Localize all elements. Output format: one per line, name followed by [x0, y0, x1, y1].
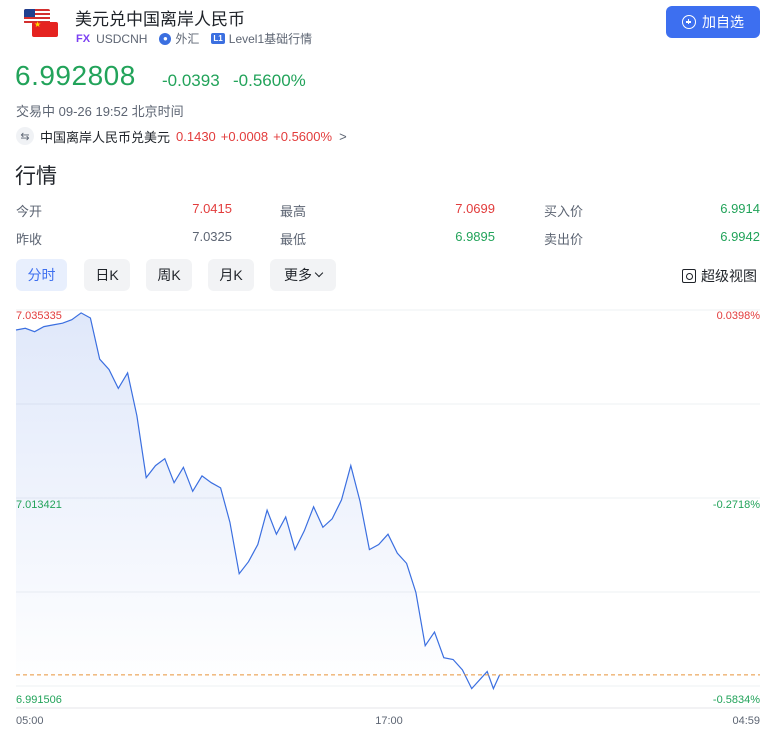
related-price: 0.1430	[176, 128, 216, 144]
intraday-chart[interactable]: 7.035335 7.013421 6.991506 0.0398% -0.27…	[0, 300, 772, 738]
quote-label-low: 最低	[280, 232, 307, 247]
y-left-label-mid: 7.013421	[16, 499, 62, 511]
quote-label-ask: 卖出价	[544, 232, 584, 247]
add-watchlist-button[interactable]: 加自选	[666, 6, 760, 38]
chevron-down-icon	[314, 268, 324, 278]
trading-status: 交易中 09-26 19:52 北京时间	[16, 104, 184, 119]
fx-tag: FX	[76, 32, 91, 45]
quote-value-open: 7.0415	[192, 201, 232, 216]
super-view-label: 超级视图	[701, 268, 757, 284]
y-right-label-top: 0.0398%	[717, 310, 761, 322]
chevron-right-icon: >	[339, 128, 347, 144]
instrument-meta: FX USDCNH ● 外汇 L1 Level1基础行情	[76, 30, 312, 47]
y-left-label-bottom: 6.991506	[16, 694, 62, 706]
related-name: 中国离岸人民币兑美元	[40, 129, 171, 145]
x-label-start: 05:00	[16, 715, 44, 727]
market-name: 外汇	[175, 32, 200, 46]
tab-intraday[interactable]: 分时	[16, 259, 67, 291]
quote-value-prev-close: 7.0325	[192, 229, 232, 244]
related-change: +0.0008	[220, 128, 269, 144]
tab-label: 日K	[95, 267, 119, 283]
price-change-percent: -0.5600%	[233, 71, 306, 90]
instrument-title: 美元兑中国离岸人民币	[75, 10, 245, 29]
tab-label: 分时	[27, 267, 56, 283]
quote-value-ask: 6.9942	[720, 229, 760, 244]
currency-pair-flag-icon	[24, 9, 58, 37]
level-tag: L1	[211, 33, 225, 44]
fullscreen-icon	[682, 269, 696, 283]
quote-value-high: 7.0699	[455, 201, 495, 216]
quote-value-low: 6.9895	[455, 229, 495, 244]
add-watchlist-label: 加自选	[702, 14, 744, 30]
quote-label-bid: 买入价	[544, 204, 584, 219]
tab-label: 更多	[284, 267, 312, 283]
y-right-label-bottom: -0.5834%	[713, 694, 760, 706]
tab-label: 周K	[157, 267, 181, 283]
tab-daily-k[interactable]: 日K	[84, 259, 130, 291]
globe-icon: ●	[159, 32, 172, 45]
quote-label-open: 今开	[16, 204, 43, 219]
super-view-button[interactable]: 超级视图	[682, 266, 757, 286]
quote-label-high: 最高	[280, 204, 307, 219]
tab-weekly-k[interactable]: 周K	[146, 259, 192, 291]
cn-flag-icon	[32, 20, 58, 37]
y-right-label-mid: -0.2718%	[713, 499, 760, 511]
level-text: Level1基础行情	[228, 32, 313, 46]
related-instrument-link[interactable]: ⇆ 中国离岸人民币兑美元 0.1430 +0.0008 +0.5600% >	[16, 126, 347, 146]
tab-more[interactable]: 更多	[270, 259, 336, 291]
quote-label-prev-close: 昨收	[16, 232, 43, 247]
x-label-mid: 17:00	[375, 715, 403, 727]
symbol-code: USDCNH	[96, 31, 148, 46]
symbol-item: FX USDCNH	[76, 32, 147, 46]
quotes-section-title: 行情	[15, 165, 57, 188]
chart-area-fill	[16, 312, 500, 689]
swap-icon: ⇆	[16, 127, 34, 145]
x-label-end: 04:59	[732, 715, 760, 727]
y-left-label-top: 7.035335	[16, 310, 62, 322]
price-change: -0.0393	[162, 71, 220, 90]
tab-monthly-k[interactable]: 月K	[208, 259, 254, 291]
market-item: ● 外汇	[159, 30, 199, 47]
tab-label: 月K	[219, 267, 243, 283]
last-price: 6.992808	[15, 60, 136, 91]
quote-value-bid: 6.9914	[720, 201, 760, 216]
level-item: L1 Level1基础行情	[211, 30, 312, 47]
related-change-percent: +0.5600%	[273, 128, 333, 144]
add-circle-icon	[682, 15, 696, 29]
